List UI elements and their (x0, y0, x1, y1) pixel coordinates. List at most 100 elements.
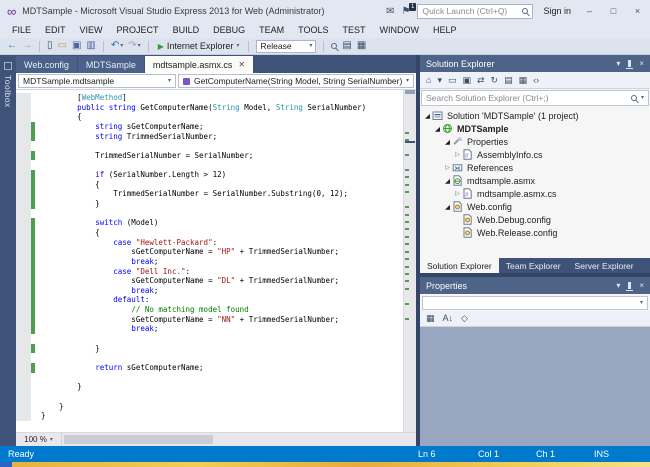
properties-object-dropdown[interactable]: ▾ (422, 296, 648, 310)
solution-explorer-titlebar[interactable]: Solution Explorer ▾× (420, 55, 650, 72)
properties-icon[interactable]: ▦ (519, 76, 528, 85)
code-line[interactable]: { (16, 112, 403, 122)
breakpoint-margin[interactable] (16, 199, 31, 209)
breakpoint-margin[interactable] (16, 228, 31, 238)
hscroll-track[interactable] (62, 433, 416, 446)
code-line[interactable] (16, 160, 403, 170)
breakpoint-margin[interactable] (16, 122, 31, 132)
scrollbar-split-handle[interactable] (405, 90, 415, 94)
pin-icon[interactable] (628, 282, 631, 289)
window-position-icon[interactable]: ▾ (616, 281, 620, 290)
save-all-icon[interactable]: ▥ (86, 41, 95, 51)
save-icon[interactable]: ▣ (72, 41, 81, 51)
breakpoint-margin[interactable] (16, 93, 31, 103)
categorized-icon[interactable]: ▦ (426, 314, 435, 323)
undo-icon[interactable]: ↶▾ (111, 41, 123, 51)
menu-help[interactable]: HELP (426, 25, 464, 35)
code-line[interactable]: } (16, 382, 403, 392)
breakpoint-margin[interactable] (16, 373, 31, 383)
member-dropdown[interactable]: GetComputerName(String Model, String Ser… (178, 74, 414, 88)
start-debug-button[interactable]: ▶Internet Explorer▾ (156, 41, 242, 51)
menu-test[interactable]: TEST (335, 25, 372, 35)
breakpoint-margin[interactable] (16, 247, 31, 257)
code-line[interactable] (16, 141, 403, 151)
breakpoint-margin[interactable] (16, 267, 31, 277)
property-pages-icon[interactable]: ◇ (461, 314, 468, 323)
maximize-button[interactable]: □ (605, 6, 622, 16)
collapse-arrow-icon[interactable]: ◢ (443, 203, 452, 211)
menu-tools[interactable]: TOOLS (291, 25, 335, 35)
code-line[interactable]: [WebMethod] (16, 93, 403, 103)
code-line[interactable]: } (16, 402, 403, 412)
notifications-flag-icon[interactable]: ⚑ 1 (402, 6, 411, 17)
code-line[interactable]: string TrimmedSerialNumber; (16, 132, 403, 142)
code-line[interactable]: { (16, 228, 403, 238)
breakpoint-margin[interactable] (16, 411, 31, 421)
code-line[interactable]: TrimmedSerialNumber = SerialNumber.Subst… (16, 189, 403, 199)
properties-titlebar[interactable]: Properties ▾× (420, 277, 650, 294)
toolbox-tab[interactable]: Toolbox (0, 55, 16, 446)
code-line[interactable] (16, 373, 403, 383)
expand-arrow-icon[interactable]: ▷ (453, 151, 462, 158)
code-line[interactable] (16, 209, 403, 219)
tab-web-config[interactable]: Web.config (16, 56, 77, 73)
breakpoint-margin[interactable] (16, 344, 31, 354)
breakpoint-margin[interactable] (16, 189, 31, 199)
breakpoint-margin[interactable] (16, 286, 31, 296)
collapse-arrow-icon[interactable]: ◢ (433, 125, 442, 133)
breakpoint-margin[interactable] (16, 238, 31, 248)
code-line[interactable]: return sGetComputerName; (16, 363, 403, 373)
tree-item-web-release-config[interactable]: Web.Release.config (420, 226, 650, 239)
tree-item-web-debug-config[interactable]: Web.Debug.config (420, 213, 650, 226)
breakpoint-margin[interactable] (16, 103, 31, 113)
solution-explorer-icon[interactable]: ▤ (342, 41, 351, 51)
code-line[interactable]: if (SerialNumber.Length > 12) (16, 170, 403, 180)
type-dropdown[interactable]: MDTSample.mdtsample ▾ (18, 74, 176, 88)
expand-arrow-icon[interactable]: ▷ (443, 164, 452, 171)
editor-vscrollbar[interactable] (403, 90, 416, 432)
breakpoint-margin[interactable] (16, 305, 31, 315)
sync-with-active-document-icon[interactable]: ⇄ (477, 76, 485, 85)
breakpoint-margin[interactable] (16, 363, 31, 373)
find-in-files-icon[interactable] (331, 43, 337, 49)
collapse-arrow-icon[interactable]: ◢ (443, 177, 452, 185)
tab-mdtsample-asmx-cs[interactable]: mdtsample.asmx.cs✕ (145, 56, 253, 73)
breakpoint-margin[interactable] (16, 132, 31, 142)
tree-item-web-config[interactable]: ◢Web.config (420, 200, 650, 213)
code-line[interactable]: TrimmedSerialNumber = SerialNumber; (16, 151, 403, 161)
breakpoint-margin[interactable] (16, 334, 31, 344)
breakpoint-margin[interactable] (16, 392, 31, 402)
code-editor[interactable]: [WebMethod] public string GetComputerNam… (16, 90, 416, 432)
scope-to-this-icon[interactable]: ▣ (462, 76, 471, 85)
menu-debug[interactable]: DEBUG (206, 25, 252, 35)
tree-item-mdtsample-asmx[interactable]: ◢mdtsample.asmx (420, 174, 650, 187)
quick-launch-input[interactable]: Quick Launch (Ctrl+Q) (417, 4, 533, 19)
breakpoint-margin[interactable] (16, 382, 31, 392)
show-all-files-icon[interactable]: ▤ (504, 76, 513, 85)
code-line[interactable]: switch (Model) (16, 218, 403, 228)
breakpoint-margin[interactable] (16, 112, 31, 122)
close-tab-icon[interactable]: ✕ (238, 60, 245, 69)
tree-item-solution-mdtsample-1-project-[interactable]: ◢Solution 'MDTSample' (1 project) (420, 109, 650, 122)
tree-item-assemblyinfo-cs[interactable]: ▷#AssemblyInfo.cs (420, 148, 650, 161)
breakpoint-margin[interactable] (16, 295, 31, 305)
breakpoint-margin[interactable] (16, 180, 31, 190)
breakpoint-margin[interactable] (16, 218, 31, 228)
dock-tab-team-explorer[interactable]: Team Explorer (499, 258, 568, 273)
view-code-icon[interactable]: ‹› (533, 76, 539, 85)
pin-icon[interactable] (628, 60, 631, 67)
code-line[interactable] (16, 392, 403, 402)
code-line[interactable]: case "Hewlett-Packard": (16, 238, 403, 248)
code-line[interactable]: } (16, 344, 403, 354)
feedback-icon[interactable]: ✉ (386, 6, 394, 17)
code-line[interactable] (16, 334, 403, 344)
collapse-all-icon[interactable]: ▭ (448, 76, 457, 85)
code-line[interactable]: } (16, 199, 403, 209)
code-line[interactable]: sGetComputerName = "HP" + TrimmedSerialN… (16, 247, 403, 257)
breakpoint-margin[interactable] (16, 151, 31, 161)
menu-view[interactable]: VIEW (73, 25, 110, 35)
tab-mdtsample[interactable]: MDTSample (78, 56, 144, 73)
solution-search-input[interactable]: Search Solution Explorer (Ctrl+;) ▾ (421, 90, 649, 106)
code-line[interactable]: case "Dell Inc.": (16, 267, 403, 277)
tree-item-mdtsample-asmx-cs[interactable]: ▷#mdtsample.asmx.cs (420, 187, 650, 200)
